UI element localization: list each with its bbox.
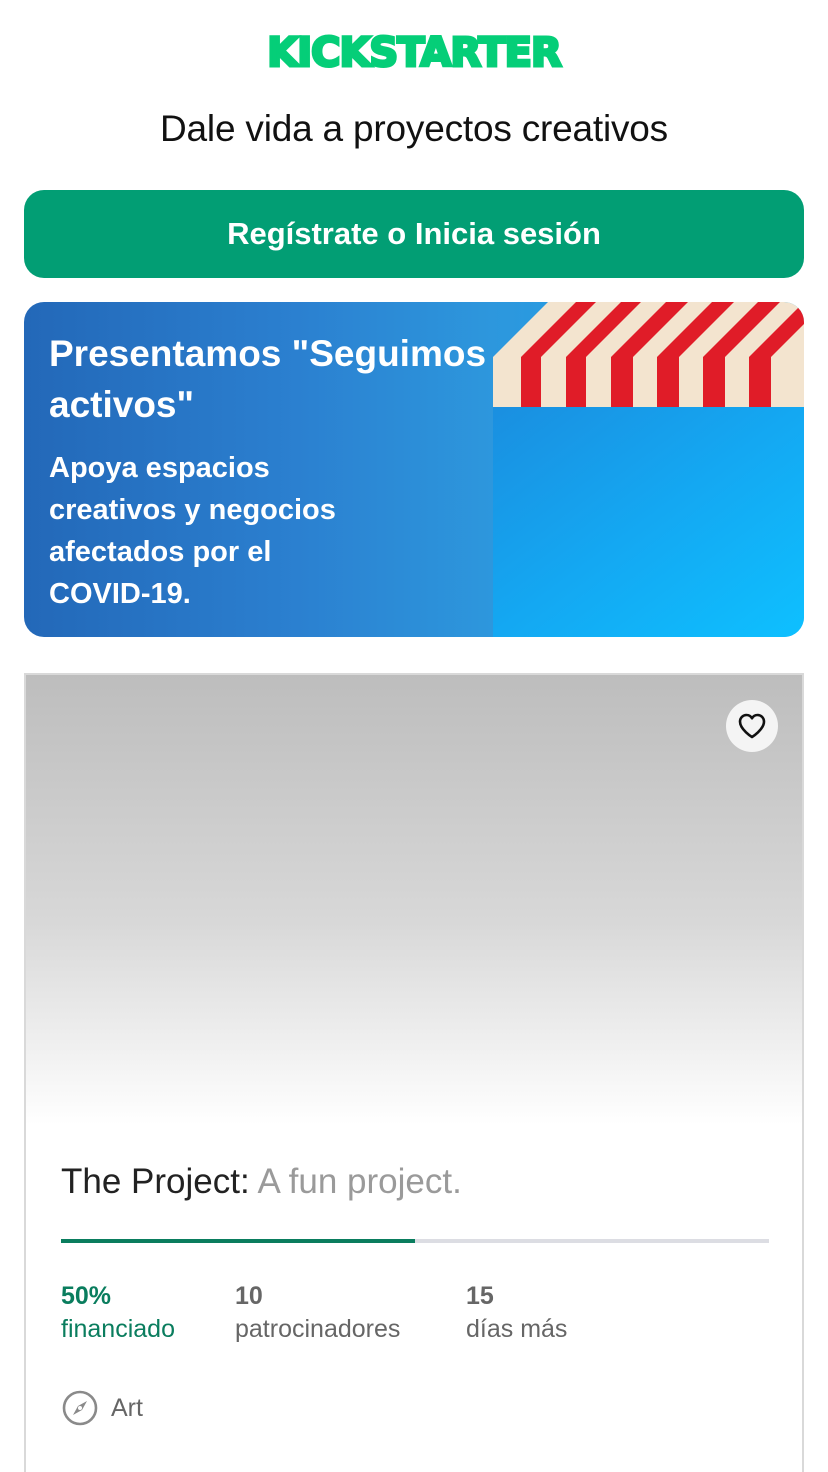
funding-progress-fill — [61, 1239, 415, 1243]
backers-value: 10 — [235, 1282, 263, 1310]
kickstarter-logo: KICKSTARTER — [0, 28, 828, 78]
seguimos-activos-banner[interactable]: Presentamos "Seguimos activos" Apoya esp… — [24, 302, 804, 637]
project-title[interactable]: The Project: A fun project. — [61, 1162, 462, 1202]
logo-text: KICKSTARTER — [267, 30, 561, 76]
days-label: días más — [466, 1315, 568, 1343]
backers-label: patrocinadores — [235, 1315, 401, 1343]
days-stat: 15 días más — [466, 1280, 567, 1346]
tagline: Dale vida a proyectos creativos — [160, 108, 668, 149]
project-image — [26, 675, 802, 1125]
category-label: Art — [111, 1393, 143, 1422]
compass-icon — [62, 1390, 98, 1426]
category-tag[interactable]: Art — [61, 1388, 143, 1428]
funded-label: financiado — [61, 1315, 175, 1343]
banner-body: Apoya espacios creativos y negocios afec… — [49, 452, 336, 610]
heart-icon — [738, 713, 766, 739]
project-name: The Project: — [61, 1162, 250, 1201]
funded-value: 50% — [61, 1282, 112, 1310]
days-value: 15 — [466, 1282, 494, 1310]
project-card[interactable]: The Project: A fun project. 50% financia… — [24, 673, 804, 1472]
project-blurb: A fun project. — [257, 1162, 462, 1201]
app-screen: KICKSTARTER Dale vida a proyectos creati… — [0, 0, 828, 1472]
backers-stat: 10 patrocinadores — [235, 1280, 400, 1346]
funding-progress-bar — [61, 1239, 769, 1243]
funded-stat: 50% financiado — [61, 1280, 175, 1346]
favorite-button[interactable] — [726, 700, 778, 752]
signup-login-button[interactable]: Regístrate o Inicia sesión — [24, 190, 804, 278]
awning-illustration — [493, 302, 804, 637]
banner-title: Presentamos "Seguimos activos" — [49, 333, 487, 425]
